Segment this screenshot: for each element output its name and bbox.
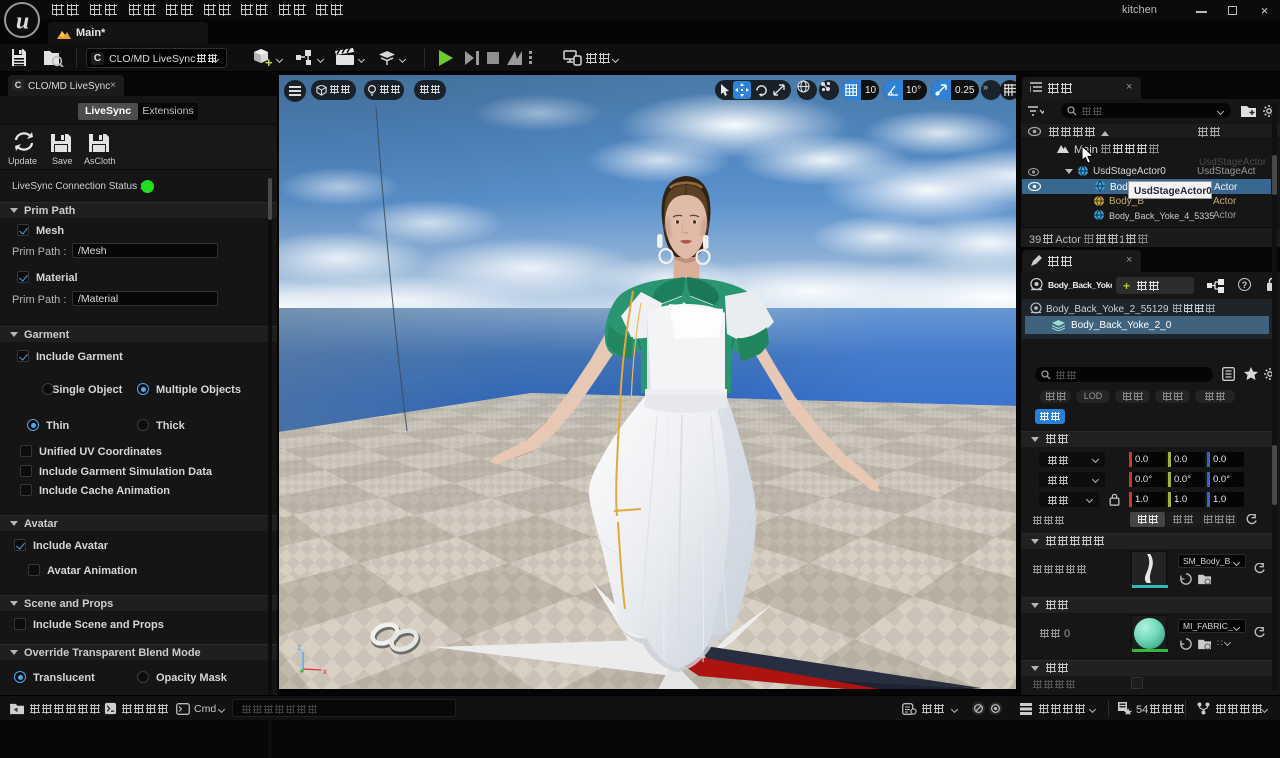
svg-text:u: u bbox=[16, 9, 29, 35]
svg-text:x: x bbox=[323, 667, 327, 676]
svg-text:+: + bbox=[265, 55, 273, 68]
svg-text:z: z bbox=[297, 643, 301, 652]
